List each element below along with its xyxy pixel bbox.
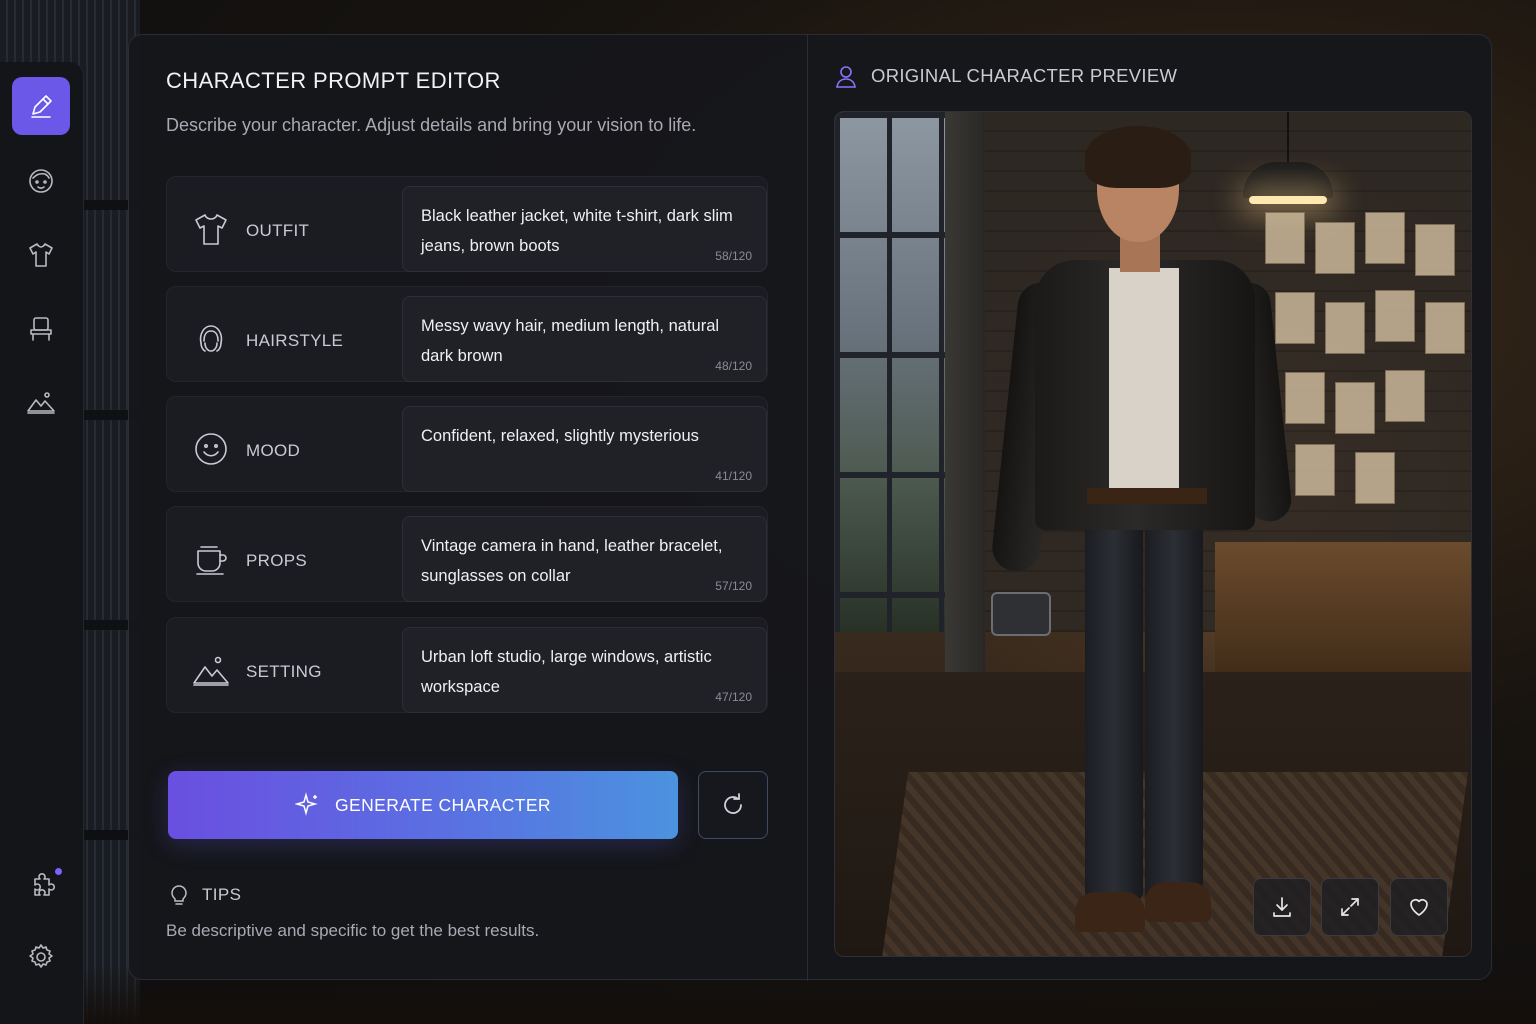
mood-input[interactable]: Confident, relaxed, slightly mysterious … xyxy=(402,406,767,492)
hairstyle-input-value: Messy wavy hair, medium length, natural … xyxy=(421,317,720,365)
outfit-input[interactable]: Black leather jacket, white t-shirt, dar… xyxy=(402,186,767,272)
sidebar-item-furniture[interactable] xyxy=(12,300,70,358)
tips-header: TIPS xyxy=(166,882,241,908)
tshirt-icon xyxy=(29,243,53,267)
field-row-props: PROPS Vintage camera in hand, leather br… xyxy=(166,506,768,602)
camera-prop xyxy=(991,592,1051,636)
generate-character-label: GENERATE CHARACTER xyxy=(335,794,551,815)
editor-title: CHARACTER PROMPT EDITOR xyxy=(166,68,501,93)
mood-input-value: Confident, relaxed, slightly mysterious xyxy=(421,427,699,445)
sidebar xyxy=(0,62,84,1024)
field-row-hairstyle: HAIRSTYLE Messy wavy hair, medium length… xyxy=(166,286,768,382)
refresh-icon xyxy=(724,793,742,814)
props-input[interactable]: Vintage camera in hand, leather bracelet… xyxy=(402,516,767,602)
preview-sketches xyxy=(1265,212,1465,504)
field-label-mood: MOOD xyxy=(246,441,301,460)
field-row-outfit: OUTFIT Black leather jacket, white t-shi… xyxy=(166,176,768,272)
field-row-setting: SETTING Urban loft studio, large windows… xyxy=(166,617,768,713)
face-icon xyxy=(29,169,53,193)
sidebar-item-scene[interactable] xyxy=(12,373,70,431)
hairstyle-input[interactable]: Messy wavy hair, medium length, natural … xyxy=(402,296,767,382)
character-figure xyxy=(989,126,1294,942)
sidebar-item-face[interactable] xyxy=(12,152,70,210)
notification-dot xyxy=(55,868,62,875)
tips-title: TIPS xyxy=(202,885,242,904)
download-icon xyxy=(1273,897,1291,917)
panel-divider xyxy=(807,35,808,981)
lightbulb-icon xyxy=(171,885,187,905)
heart-icon xyxy=(1410,899,1428,916)
sidebar-item-settings[interactable] xyxy=(12,928,70,986)
sparkle-icon xyxy=(295,792,318,816)
field-label-setting: SETTING xyxy=(246,662,322,681)
favorite-button[interactable] xyxy=(1390,878,1448,936)
preview-title: ORIGINAL CHARACTER PREVIEW xyxy=(871,65,1178,86)
cup-icon xyxy=(191,539,231,579)
generate-character-button[interactable]: GENERATE CHARACTER xyxy=(168,771,678,839)
props-char-count: 57/120 xyxy=(715,579,752,593)
editor-subtitle: Describe your character. Adjust details … xyxy=(166,115,697,135)
field-label-outfit: OUTFIT xyxy=(246,221,310,240)
mood-char-count: 41/120 xyxy=(715,469,752,483)
preview-header: ORIGINAL CHARACTER PREVIEW xyxy=(833,63,1177,89)
sidebar-item-edit[interactable] xyxy=(12,77,70,135)
user-icon xyxy=(836,66,856,88)
outfit-input-value: Black leather jacket, white t-shirt, dar… xyxy=(421,207,733,255)
preview-pillar xyxy=(945,112,985,672)
puzzle-icon xyxy=(34,873,55,896)
pencil-icon xyxy=(31,95,52,118)
field-row-mood: MOOD Confident, relaxed, slightly myster… xyxy=(166,396,768,492)
main-panel: CHARACTER PROMPT EDITOR Describe your ch… xyxy=(128,34,1492,981)
refresh-button[interactable] xyxy=(698,771,768,839)
hair-icon xyxy=(191,319,231,359)
field-label-hairstyle: HAIRSTYLE xyxy=(246,331,344,350)
sidebar-item-plugins[interactable] xyxy=(12,858,70,916)
preview-window xyxy=(835,112,945,632)
setting-input[interactable]: Urban loft studio, large windows, artist… xyxy=(402,627,767,713)
tshirt-icon xyxy=(191,209,231,249)
hairstyle-char-count: 48/120 xyxy=(715,359,752,373)
tips-text: Be descriptive and specific to get the b… xyxy=(166,921,540,940)
props-input-value: Vintage camera in hand, leather bracelet… xyxy=(421,537,723,585)
setting-char-count: 47/120 xyxy=(715,690,752,704)
chair-icon xyxy=(30,317,52,341)
landscape-icon xyxy=(27,392,55,414)
outfit-char-count: 58/120 xyxy=(715,249,752,263)
field-label-props: PROPS xyxy=(246,551,308,570)
expand-button[interactable] xyxy=(1321,878,1379,936)
setting-input-value: Urban loft studio, large windows, artist… xyxy=(421,648,712,696)
download-button[interactable] xyxy=(1253,878,1311,936)
expand-icon xyxy=(1341,898,1359,916)
mountain-icon xyxy=(191,650,231,690)
character-preview-image xyxy=(834,111,1472,957)
sidebar-item-outfit[interactable] xyxy=(12,226,70,284)
smiley-icon xyxy=(191,429,231,469)
gear-icon xyxy=(29,944,53,968)
